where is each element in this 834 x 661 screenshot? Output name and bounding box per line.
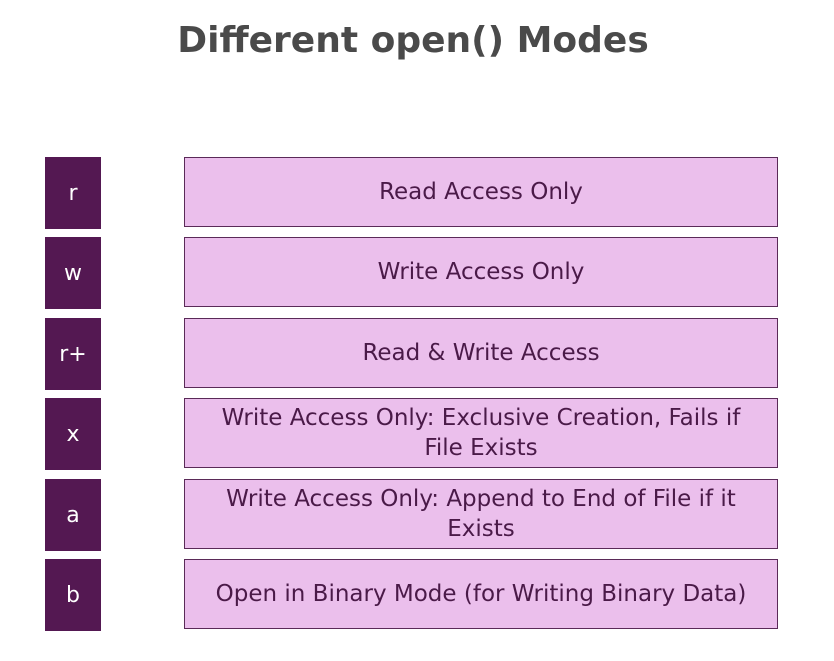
mode-description-box: Write Access Only: Exclusive Creation, F… (184, 398, 778, 468)
mode-description-box: Read & Write Access (184, 318, 778, 388)
mode-description-box: Open in Binary Mode (for Writing Binary … (184, 559, 778, 629)
mode-code-box: x (45, 398, 101, 470)
mode-description-box: Read Access Only (184, 157, 778, 227)
page-title: Different open() Modes (177, 20, 649, 61)
mode-code-box: r+ (45, 318, 101, 390)
mode-row-w: w Write Access Only (0, 237, 834, 309)
mode-row-x: x Write Access Only: Exclusive Creation,… (0, 398, 834, 470)
slide: Different open() Modes r Read Access Onl… (0, 0, 834, 661)
mode-row-a: a Write Access Only: Append to End of Fi… (0, 479, 834, 551)
mode-row-b: b Open in Binary Mode (for Writing Binar… (0, 559, 834, 631)
mode-code-box: r (45, 157, 101, 229)
mode-code-box: w (45, 237, 101, 309)
mode-code-box: a (45, 479, 101, 551)
mode-code-box: b (45, 559, 101, 631)
mode-description-box: Write Access Only: Append to End of File… (184, 479, 778, 549)
mode-row-r-plus: r+ Read & Write Access (0, 318, 834, 390)
mode-description-box: Write Access Only (184, 237, 778, 307)
mode-row-r: r Read Access Only (0, 157, 834, 229)
